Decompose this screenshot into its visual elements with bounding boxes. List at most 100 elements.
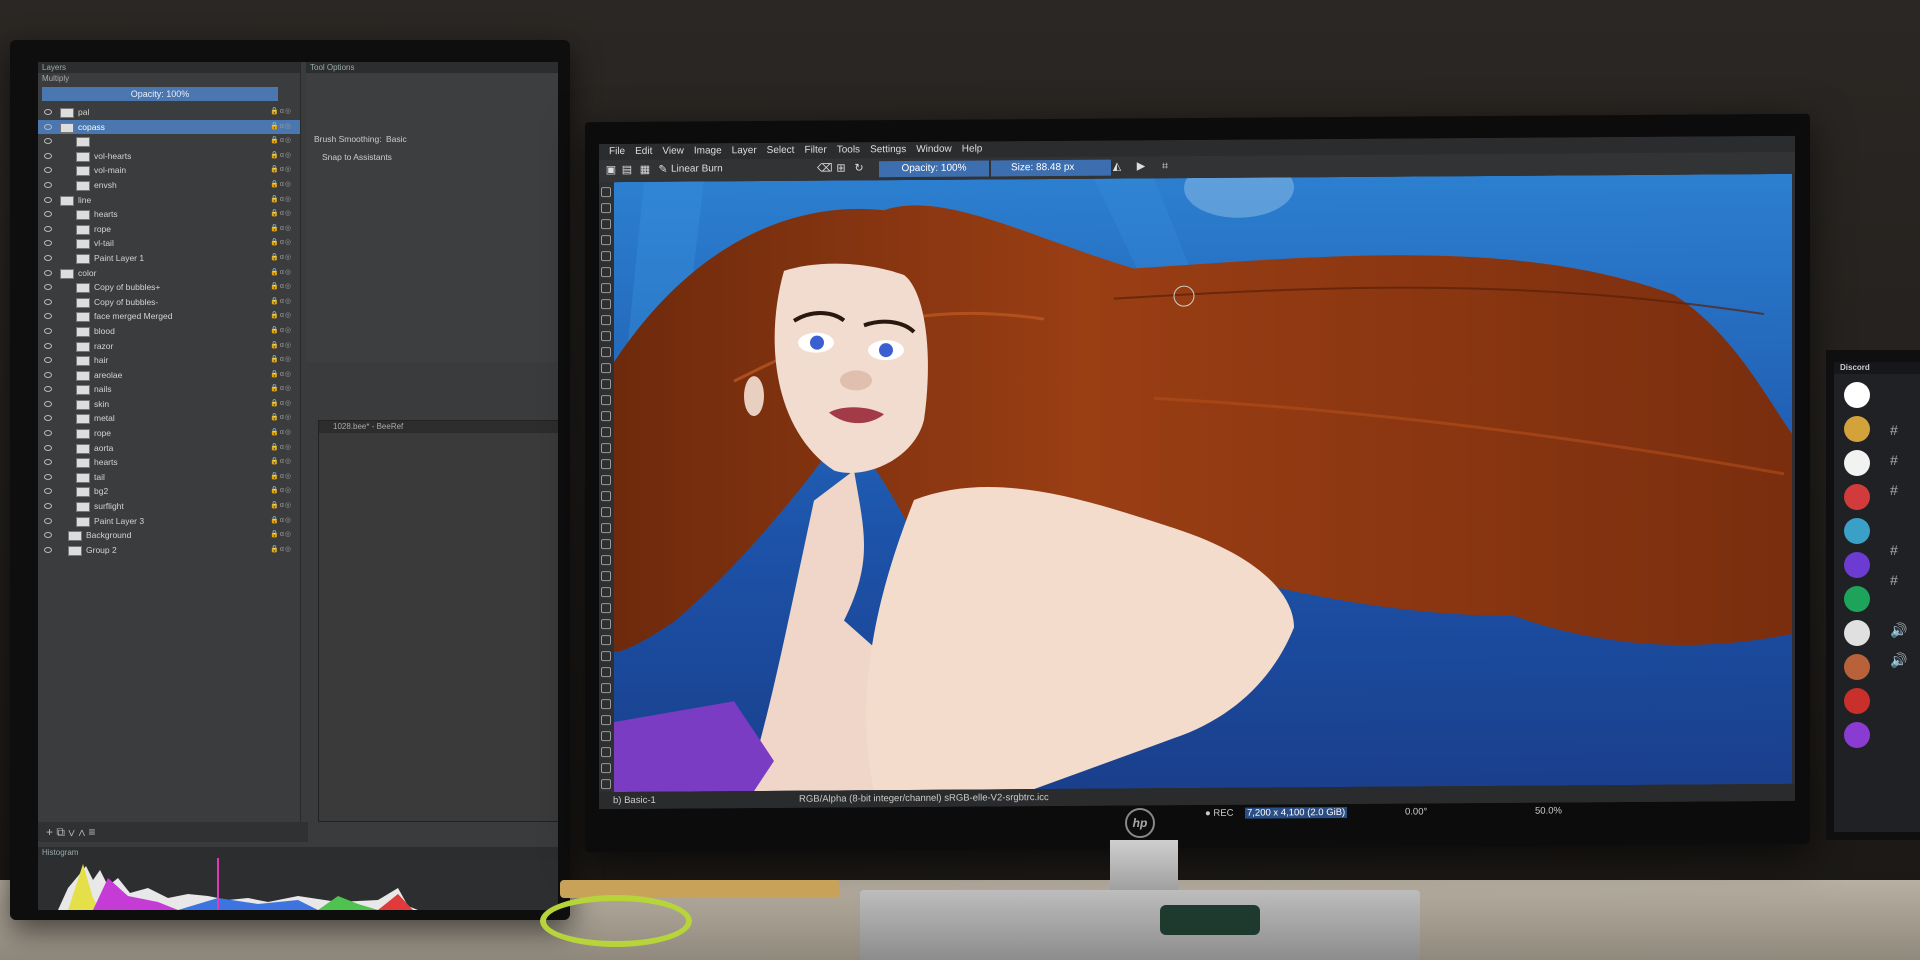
layer-row[interactable]: vl-tail 🔒α◎: [38, 236, 300, 251]
tool-icon[interactable]: [601, 267, 611, 278]
mirror-vertical-icon[interactable]: ▶: [1135, 160, 1147, 172]
layer-row[interactable]: hair 🔒α◎: [38, 353, 300, 368]
size-slider[interactable]: Size: 88.48 px: [991, 159, 1111, 177]
visibility-eye-icon[interactable]: [44, 342, 52, 349]
tool-icon[interactable]: [601, 731, 611, 742]
visibility-eye-icon[interactable]: [44, 400, 52, 407]
tool-icon[interactable]: [601, 459, 611, 470]
layer-properties-icon[interactable]: 🔒α◎: [270, 236, 292, 251]
rotation-value[interactable]: 0.00°: [1405, 806, 1427, 817]
layer-row[interactable]: copass 🔒α◎: [38, 119, 300, 135]
layer-row[interactable]: 🔒α◎: [38, 134, 300, 149]
guild-icon[interactable]: [1844, 484, 1870, 510]
guild-icon[interactable]: [1844, 518, 1870, 544]
layer-row[interactable]: surflight 🔒α◎: [38, 499, 300, 514]
voice-channel-icon[interactable]: 🔊: [1890, 622, 1920, 639]
guild-icon[interactable]: [1844, 722, 1870, 748]
layer-row[interactable]: aorta 🔒α◎: [38, 441, 300, 456]
visibility-eye-icon[interactable]: [44, 517, 52, 524]
menu-settings[interactable]: Settings: [870, 142, 906, 158]
layer-properties-icon[interactable]: 🔒α◎: [270, 339, 292, 354]
visibility-eye-icon[interactable]: [44, 298, 52, 305]
guild-icon[interactable]: [1844, 688, 1870, 714]
visibility-eye-icon[interactable]: [44, 181, 52, 188]
channel-hash-icon[interactable]: #: [1890, 452, 1920, 468]
tool-icon[interactable]: [601, 555, 611, 566]
tool-icon[interactable]: [601, 443, 611, 454]
guild-icon[interactable]: [1844, 620, 1870, 646]
menu-edit[interactable]: Edit: [635, 144, 652, 160]
visibility-eye-icon[interactable]: [44, 444, 52, 451]
mirror-horizontal-icon[interactable]: ◭: [1111, 161, 1123, 173]
layer-properties-icon[interactable]: 🔒α◎: [270, 178, 292, 193]
layer-row[interactable]: areolae 🔒α◎: [38, 368, 300, 383]
visibility-eye-icon[interactable]: [44, 327, 52, 334]
tool-icon[interactable]: [601, 331, 611, 342]
tool-icon[interactable]: [601, 427, 611, 438]
layer-row[interactable]: Paint Layer 3 🔒α◎: [38, 514, 300, 529]
layer-properties-icon[interactable]: 🔒α◎: [270, 514, 292, 529]
visibility-eye-icon[interactable]: [44, 138, 52, 145]
canvas[interactable]: [614, 173, 1792, 793]
layer-properties-icon[interactable]: 🔒α◎: [270, 193, 292, 208]
tool-icon[interactable]: [601, 491, 611, 502]
tool-icon[interactable]: [601, 347, 611, 358]
layer-row[interactable]: envsh 🔒α◎: [38, 178, 300, 193]
visibility-eye-icon[interactable]: [44, 430, 52, 437]
guild-icon[interactable]: [1844, 654, 1870, 680]
blend-mode-select[interactable]: Linear Burn: [671, 163, 723, 174]
menu-filter[interactable]: Filter: [804, 143, 826, 159]
layer-properties-icon[interactable]: 🔒α◎: [270, 120, 292, 135]
tool-icon[interactable]: [601, 219, 611, 230]
tool-icon[interactable]: [601, 203, 611, 214]
channel-hash-icon[interactable]: #: [1890, 542, 1920, 558]
layer-properties-icon[interactable]: 🔒α◎: [270, 543, 292, 558]
layer-row[interactable]: bg2 🔒α◎: [38, 484, 300, 499]
tool-icon[interactable]: [601, 603, 611, 614]
tool-icon[interactable]: [601, 395, 611, 406]
layer-properties-icon[interactable]: 🔒α◎: [270, 484, 292, 499]
layer-row[interactable]: pal 🔒α◎: [38, 105, 300, 120]
alpha-lock-icon[interactable]: ⊞: [835, 162, 847, 174]
visibility-eye-icon[interactable]: [44, 109, 52, 115]
visibility-eye-icon[interactable]: [44, 371, 52, 378]
menu-layer[interactable]: Layer: [732, 143, 757, 159]
visibility-eye-icon[interactable]: [44, 488, 52, 495]
layer-properties-icon[interactable]: 🔒α◎: [270, 105, 292, 120]
guild-icon[interactable]: [1844, 382, 1870, 408]
guild-icon[interactable]: [1844, 552, 1870, 578]
layer-blend-mode[interactable]: Multiply: [38, 73, 300, 85]
visibility-eye-icon[interactable]: [44, 415, 52, 422]
tool-icon[interactable]: [601, 747, 611, 758]
layer-row[interactable]: rope 🔒α◎: [38, 426, 300, 441]
new-document-icon[interactable]: ▣: [605, 164, 617, 176]
tool-icon[interactable]: [601, 651, 611, 662]
tool-icon[interactable]: [601, 363, 611, 374]
layer-properties-icon[interactable]: 🔒α◎: [270, 207, 292, 222]
layer-row[interactable]: Copy of bubbles+ 🔒α◎: [38, 280, 300, 295]
tool-icon[interactable]: [601, 699, 611, 710]
tool-icon[interactable]: [601, 315, 611, 326]
opacity-slider[interactable]: Opacity: 100%: [879, 160, 989, 178]
brush-preset-icon[interactable]: ✎: [657, 164, 669, 176]
tool-icon[interactable]: [601, 235, 611, 246]
layer-properties-icon[interactable]: 🔒α◎: [270, 368, 292, 383]
tool-icon[interactable]: [601, 523, 611, 534]
layer-properties-icon[interactable]: 🔒α◎: [270, 499, 292, 514]
guild-icon[interactable]: [1844, 416, 1870, 442]
visibility-eye-icon[interactable]: [44, 254, 52, 261]
menu-file[interactable]: File: [609, 144, 625, 160]
layer-properties-icon[interactable]: 🔒α◎: [270, 411, 292, 426]
layer-row[interactable]: skin 🔒α◎: [38, 397, 300, 412]
visibility-eye-icon[interactable]: [44, 123, 52, 130]
layer-row[interactable]: nails 🔒α◎: [38, 382, 300, 397]
menu-help[interactable]: Help: [962, 142, 983, 158]
guild-icon[interactable]: [1844, 586, 1870, 612]
tool-icon[interactable]: [601, 379, 611, 390]
menu-image[interactable]: Image: [694, 143, 722, 159]
eraser-icon[interactable]: ⌫: [817, 163, 833, 175]
layer-properties-icon[interactable]: 🔒α◎: [270, 528, 292, 543]
tool-icon[interactable]: [601, 571, 611, 582]
layer-row[interactable]: tail 🔒α◎: [38, 470, 300, 485]
menu-view[interactable]: View: [662, 144, 684, 160]
